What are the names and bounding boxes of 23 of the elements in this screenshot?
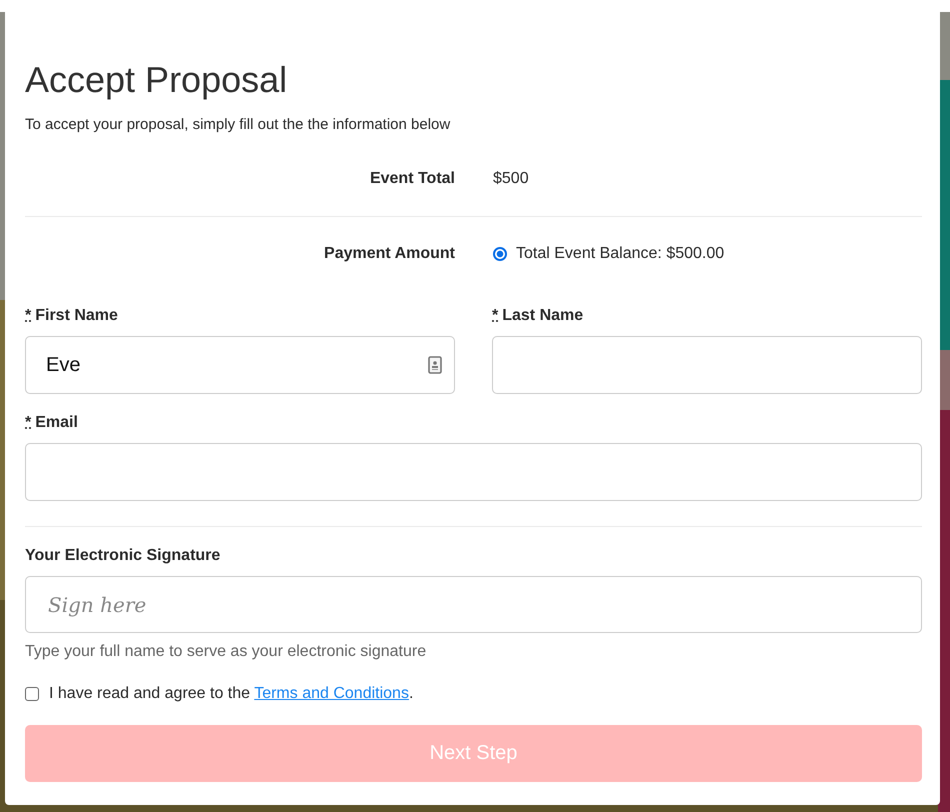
input-field[interactable]: [492, 336, 922, 394]
signature-label: Your Electronic Signature: [25, 547, 220, 566]
payment-option-label: Total Event Balance: $500.00: [516, 245, 724, 263]
event-total-value: $500: [493, 170, 529, 188]
contact-card-icon[interactable]: [428, 356, 442, 374]
signature-field[interactable]: Sign here: [25, 576, 922, 633]
checkbox[interactable]: [25, 687, 39, 701]
intro-text: To accept your proposal, simply fill out the the information below: [25, 116, 452, 134]
email-field[interactable]: [25, 443, 922, 501]
field-label: Email: [35, 414, 78, 433]
agree-text: I have read and agree to the Terms and Conditions.: [49, 685, 414, 703]
event-total-label: Event Total: [368, 170, 455, 188]
terms-link[interactable]: Terms and Conditions: [254, 685, 409, 702]
required-mark: *: [492, 307, 498, 326]
payment-amount-label: Payment Amount: [323, 245, 455, 263]
input-field[interactable]: Eve: [25, 336, 455, 394]
field-label: Last Name: [502, 307, 584, 326]
radio-button[interactable]: [493, 247, 507, 261]
required-mark: *: [25, 307, 32, 326]
signature-hint: Type your full name to serve as your electronic signature: [25, 643, 428, 661]
field-label: First Name: [35, 307, 118, 326]
required-mark: *: [25, 414, 32, 433]
dialog-title: Accept Proposal: [25, 60, 288, 100]
